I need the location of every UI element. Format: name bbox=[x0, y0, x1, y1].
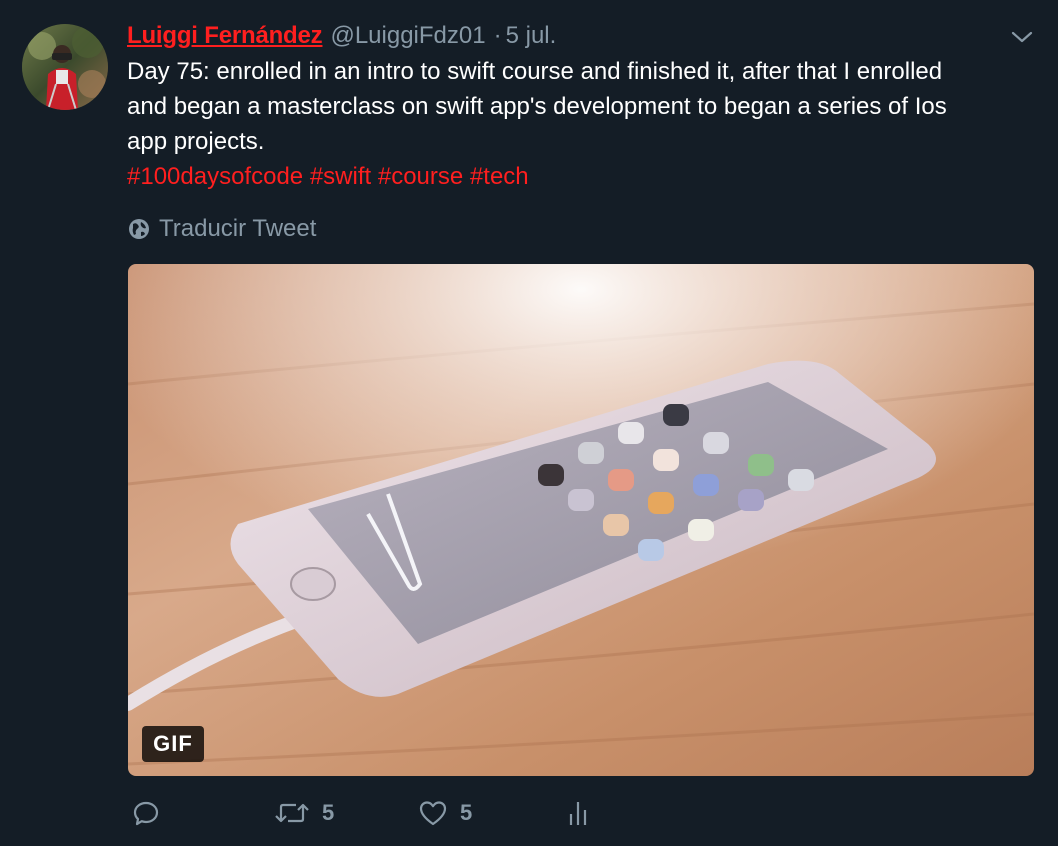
gif-badge: GIF bbox=[142, 726, 204, 762]
tweet-text: Day 75: enrolled in an intro to swift co… bbox=[127, 54, 1037, 194]
avatar[interactable] bbox=[22, 24, 108, 110]
media-image bbox=[128, 264, 1034, 776]
gif-media[interactable] bbox=[128, 264, 1034, 776]
reply-button[interactable] bbox=[132, 795, 172, 831]
analytics-icon bbox=[569, 802, 587, 825]
hashtag-link[interactable]: #100daysofcode bbox=[127, 163, 303, 190]
tweet-date[interactable]: 5 jul. bbox=[506, 20, 557, 52]
translate-label: Traducir Tweet bbox=[159, 215, 317, 242]
author-name[interactable]: Luiggi Fernández bbox=[127, 20, 323, 52]
tweet-card: Luiggi Fernández @LuiggiFdz01 · 5 jul. D… bbox=[0, 0, 1058, 846]
like-button[interactable]: 5 bbox=[418, 795, 472, 831]
avatar-image bbox=[22, 24, 108, 110]
globe-icon bbox=[129, 219, 149, 239]
separator-dot: · bbox=[493, 22, 502, 49]
hashtag-link[interactable]: #course bbox=[378, 163, 463, 190]
analytics-button[interactable] bbox=[566, 795, 590, 831]
tweet-text-line: app projects. bbox=[127, 128, 265, 155]
retweet-count: 5 bbox=[322, 800, 335, 825]
retweet-icon bbox=[275, 803, 309, 823]
chevron-down-icon[interactable] bbox=[1010, 28, 1034, 46]
hashtag-link[interactable]: #swift bbox=[310, 163, 371, 190]
author-handle[interactable]: @LuiggiFdz01 bbox=[330, 20, 485, 52]
hashtag-list: #100daysofcode #swift #course #tech bbox=[127, 159, 1037, 194]
retweet-button[interactable]: 5 bbox=[274, 795, 334, 831]
tweet-text-line: and began a masterclass on swift app's d… bbox=[127, 93, 947, 120]
translate-link[interactable]: Traducir Tweet bbox=[127, 213, 316, 245]
tweet-header: Luiggi Fernández @LuiggiFdz01 · 5 jul. bbox=[127, 20, 556, 52]
heart-icon bbox=[419, 801, 447, 826]
reply-icon bbox=[133, 801, 159, 826]
tweet-text-line: Day 75: enrolled in an intro to swift co… bbox=[127, 58, 943, 85]
hashtag-link[interactable]: #tech bbox=[470, 163, 529, 190]
like-count: 5 bbox=[460, 800, 473, 825]
